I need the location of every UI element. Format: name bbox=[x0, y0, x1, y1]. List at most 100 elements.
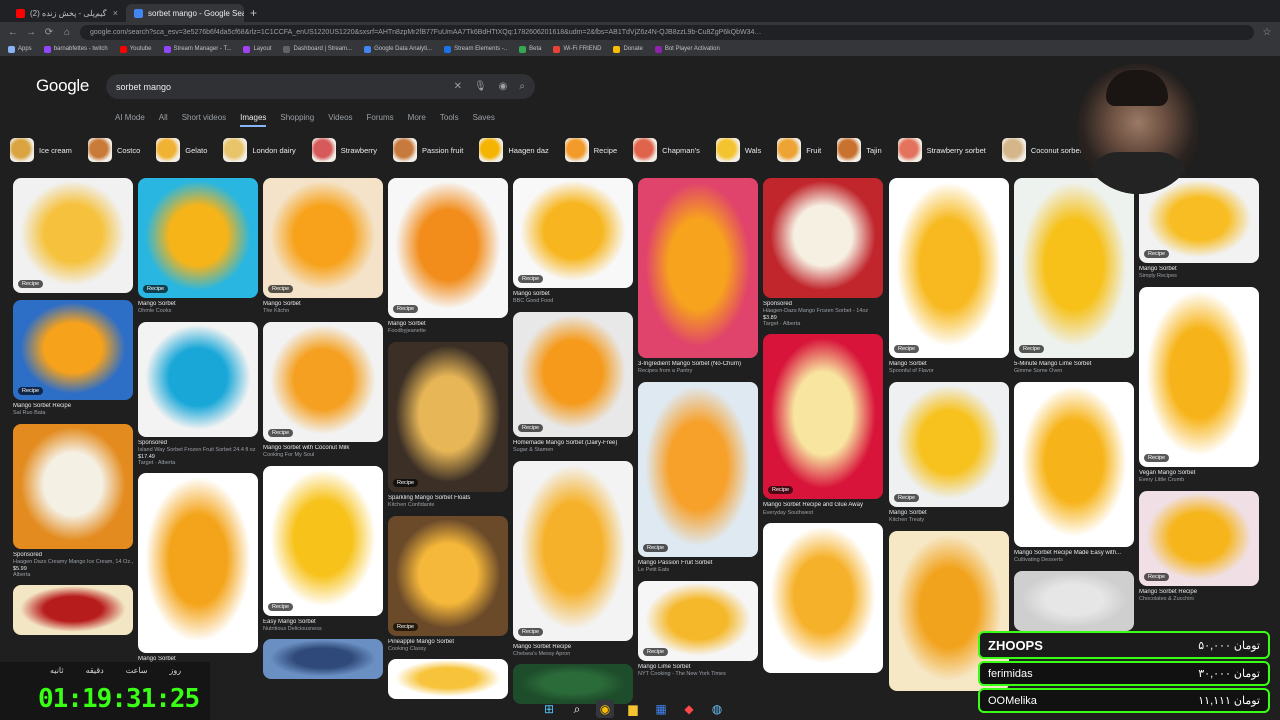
back-icon[interactable]: ← bbox=[8, 27, 18, 38]
result-image[interactable] bbox=[388, 659, 508, 700]
image-result[interactable]: Recipe Pineapple Mango Sorbet Cooking Clas… bbox=[388, 515, 508, 653]
result-source[interactable]: Cooking Classy bbox=[388, 646, 508, 653]
result-source[interactable]: Kitchen Treaty bbox=[889, 517, 1009, 524]
image-result[interactable]: Recipe Vegan Mango Sorbet Every Little Cru… bbox=[1139, 286, 1259, 484]
related-search-chip[interactable]: Strawberry bbox=[311, 138, 388, 162]
result-source[interactable]: Chelsea's Messy Apron bbox=[513, 651, 633, 658]
result-title[interactable]: Homemade Mango Sorbet (Dairy-Free) bbox=[513, 440, 633, 447]
bookmark-item[interactable]: Donate bbox=[613, 45, 643, 53]
result-image[interactable]: Recipe bbox=[263, 321, 383, 442]
image-result[interactable]: 3-Ingredient Mango Sorbet (No-Churn) Reci… bbox=[638, 178, 758, 375]
image-result[interactable]: Sponsored Häagen-Dazs Mango Frozen Sorbet… bbox=[763, 178, 883, 327]
steam-icon[interactable]: ◍ bbox=[708, 700, 726, 718]
result-source[interactable]: Kitchen Confidante bbox=[388, 502, 508, 509]
image-result[interactable]: Recipe bbox=[13, 178, 133, 293]
result-title[interactable]: Mango Sorbet bbox=[263, 301, 383, 308]
result-source[interactable]: Gimme Some Oven bbox=[1014, 368, 1134, 375]
image-result[interactable]: Recipe Mango Sorbet Recipe Chocolates & Zu… bbox=[1139, 490, 1259, 603]
result-image[interactable]: Recipe bbox=[138, 178, 258, 298]
lens-icon[interactable]: ◉ bbox=[499, 81, 508, 92]
bookmark-item[interactable]: Stream Elements -.. bbox=[444, 45, 507, 53]
image-result[interactable] bbox=[1014, 570, 1134, 631]
image-result[interactable] bbox=[388, 659, 508, 700]
result-image[interactable] bbox=[13, 585, 133, 636]
image-result[interactable]: Recipe Mango Sorbet Recipe Chelsea's Messy… bbox=[513, 460, 633, 658]
result-source[interactable]: Nutritious Deliciousness bbox=[263, 626, 383, 633]
image-result[interactable]: Recipe Mango Sorbet Recipe and Glue Away E… bbox=[763, 334, 883, 516]
result-image[interactable]: Recipe bbox=[513, 460, 633, 641]
result-source[interactable]: Sal Ruo Bata bbox=[13, 410, 133, 417]
image-result[interactable]: Sponsored Island Way Sorbet Frozen Fruit … bbox=[138, 321, 258, 466]
app-icon[interactable]: ▦ bbox=[652, 700, 670, 718]
bookmark-item[interactable]: Beta bbox=[519, 45, 541, 53]
bookmark-item[interactable]: Bot Player Activation bbox=[654, 45, 720, 53]
result-image[interactable] bbox=[138, 473, 258, 654]
result-title[interactable]: Mango Sorbet Recipe bbox=[1139, 589, 1259, 596]
ea-app-icon[interactable]: ◆ bbox=[680, 700, 698, 718]
related-search-chip[interactable]: Chapman's bbox=[633, 138, 710, 162]
result-image[interactable]: Recipe bbox=[13, 178, 133, 293]
result-image[interactable] bbox=[638, 178, 758, 358]
result-image[interactable]: Recipe bbox=[513, 311, 633, 437]
result-title[interactable]: Mango Sorbet bbox=[388, 321, 508, 328]
related-search-chip[interactable]: Costco bbox=[87, 138, 151, 162]
search-tab[interactable]: Shopping bbox=[280, 113, 314, 127]
result-image[interactable] bbox=[1014, 570, 1134, 631]
bookmark-item[interactable]: Apps bbox=[8, 45, 32, 53]
result-image[interactable]: Recipe bbox=[513, 178, 633, 288]
related-search-chip[interactable]: Tajin bbox=[837, 138, 892, 162]
result-image[interactable] bbox=[1014, 381, 1134, 547]
result-image[interactable]: Recipe bbox=[13, 300, 133, 400]
result-source[interactable]: Ohmle Cooks bbox=[138, 308, 258, 315]
bookmark-item[interactable]: Youtube bbox=[119, 45, 152, 53]
image-result[interactable]: Mango Sorbet Recipe Made Easy with... Cul… bbox=[1014, 381, 1134, 564]
taskbar-search-icon[interactable]: ⌕ bbox=[568, 700, 586, 718]
result-title[interactable]: Vegan Mango Sorbet bbox=[1139, 470, 1259, 477]
image-result[interactable]: Mango Sorbet bbox=[138, 473, 258, 663]
result-title[interactable]: Mango Lime Sorbet bbox=[638, 664, 758, 671]
result-image[interactable]: Recipe bbox=[1139, 490, 1259, 586]
result-title[interactable]: 5-Minute Mango Lime Sorbet bbox=[1014, 361, 1134, 368]
search-tab[interactable]: Videos bbox=[328, 113, 352, 127]
image-result[interactable]: Recipe Mango Sorbet Ohmle Cooks bbox=[138, 178, 258, 315]
bookmark-item[interactable]: Dashboard | Stream... bbox=[283, 45, 352, 53]
result-title[interactable]: Sparkling Mango Sorbet Floats bbox=[388, 495, 508, 502]
result-title[interactable]: Easy Mango Sorbet bbox=[263, 619, 383, 626]
result-source[interactable]: Chocolates & Zucchini bbox=[1139, 596, 1259, 603]
image-result[interactable] bbox=[13, 585, 133, 636]
search-tab[interactable]: More bbox=[408, 113, 426, 127]
related-search-chip[interactable]: Strawberry sorbet bbox=[897, 138, 996, 162]
result-source[interactable]: Le Petit Eats bbox=[638, 567, 758, 574]
image-result[interactable]: Recipe 5-Minute Mango Lime Sorbet Gimme So… bbox=[1014, 178, 1134, 375]
search-icon[interactable]: ⌕ bbox=[519, 81, 525, 92]
image-result[interactable] bbox=[763, 523, 883, 674]
result-title[interactable]: Mango Sorbet bbox=[1139, 266, 1259, 273]
related-search-chip[interactable]: Ice cream bbox=[10, 138, 82, 162]
bookmark-item[interactable]: Layout bbox=[243, 45, 271, 53]
image-result[interactable]: Recipe Mango sorbet BBC Good Food bbox=[513, 178, 633, 305]
result-title[interactable]: Mango Sorbet Recipe bbox=[513, 644, 633, 651]
result-image[interactable]: Recipe bbox=[889, 178, 1009, 358]
search-input[interactable]: sorbet mango bbox=[116, 82, 442, 92]
result-title[interactable]: Sponsored bbox=[763, 301, 883, 308]
result-source[interactable]: Cultivating Desserts bbox=[1014, 557, 1134, 564]
bookmark-item[interactable]: Wi-Fi FRIEND bbox=[553, 45, 601, 53]
related-search-chip[interactable]: Gelato bbox=[156, 138, 218, 162]
related-search-chip[interactable]: Passion fruit bbox=[393, 138, 474, 162]
result-source[interactable]: Sugar & Stamen bbox=[513, 447, 633, 454]
result-image[interactable]: Recipe bbox=[1014, 178, 1134, 358]
related-search-chip[interactable]: Fruit bbox=[777, 138, 832, 162]
result-title[interactable]: Mango Sorbet bbox=[889, 361, 1009, 368]
result-title[interactable]: Mango Sorbet bbox=[138, 301, 258, 308]
result-image[interactable]: Recipe bbox=[263, 465, 383, 616]
result-image[interactable]: Recipe bbox=[263, 178, 383, 298]
image-result[interactable]: Recipe Mango Sorbet with Coconut Milk Cook… bbox=[263, 321, 383, 459]
search-tab[interactable]: Tools bbox=[440, 113, 459, 127]
search-tab[interactable]: Images bbox=[240, 113, 267, 127]
result-source[interactable]: Every Little Crumb bbox=[1139, 477, 1259, 484]
browser-tab[interactable]: sorbet mango - Google Search× bbox=[126, 4, 244, 22]
search-tab[interactable]: Short videos bbox=[182, 113, 226, 127]
image-result[interactable]: Recipe Easy Mango Sorbet Nutritious Delici… bbox=[263, 465, 383, 633]
result-source[interactable]: Recipes from a Pantry bbox=[638, 368, 758, 375]
image-result[interactable]: Recipe Sparkling Mango Sorbet Floats Kitch… bbox=[388, 341, 508, 509]
